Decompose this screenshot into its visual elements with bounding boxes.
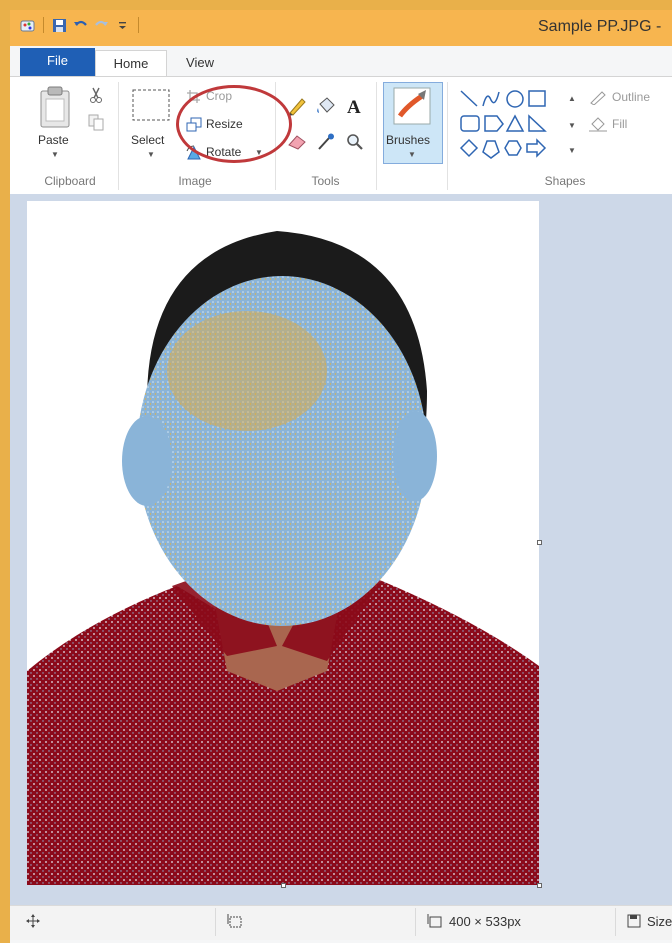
selection-size-icon	[227, 914, 242, 928]
status-separator	[615, 908, 616, 936]
resize-handle-right[interactable]	[537, 540, 542, 545]
group-separator	[376, 82, 377, 190]
copy-icon[interactable]	[88, 114, 104, 132]
color-picker-icon[interactable]	[316, 133, 336, 151]
fill-icon[interactable]	[588, 116, 608, 132]
qat-separator	[43, 17, 44, 33]
shapes-scroll-up[interactable]: ▲	[568, 94, 576, 103]
select-label[interactable]: Select	[131, 133, 164, 147]
paste-icon[interactable]	[38, 85, 72, 129]
image-size-icon	[427, 914, 442, 928]
outline-icon[interactable]	[588, 89, 608, 105]
image-group-label: Image	[178, 174, 212, 188]
group-separator	[447, 82, 448, 190]
shapes-gallery[interactable]	[459, 88, 559, 162]
shapes-more[interactable]: ▼	[568, 146, 576, 155]
qat-separator	[138, 17, 139, 33]
annotation-circle	[176, 85, 292, 163]
redo-icon[interactable]	[94, 18, 109, 33]
window-title: Sample PP.JPG -	[538, 18, 662, 35]
status-bar	[10, 905, 672, 940]
tab-home[interactable]: Home	[95, 50, 167, 77]
app-icon[interactable]	[20, 18, 35, 33]
file-size-label: Size	[647, 914, 672, 929]
move-icon	[26, 914, 40, 928]
shapes-group-label: Shapes	[544, 174, 586, 188]
eraser-icon[interactable]	[287, 133, 307, 151]
paste-dropdown[interactable]: ▼	[51, 150, 59, 159]
undo-icon[interactable]	[73, 18, 88, 33]
save-icon[interactable]	[52, 18, 67, 33]
image-size-value: 400 × 533px	[449, 914, 521, 929]
brushes-dropdown[interactable]: ▼	[408, 150, 416, 159]
tools-group-label: Tools	[311, 174, 340, 188]
status-separator	[415, 908, 416, 936]
magnifier-icon[interactable]	[345, 133, 365, 151]
shapes-scroll-down[interactable]: ▼	[568, 121, 576, 130]
clipboard-group-label: Clipboard	[44, 174, 96, 188]
file-size-icon	[627, 914, 641, 928]
quick-access-toolbar	[20, 17, 141, 33]
text-icon[interactable]: A	[345, 96, 365, 116]
outline-label[interactable]: Outline	[612, 90, 650, 104]
brushes-icon	[393, 87, 431, 125]
tab-view[interactable]: View	[168, 50, 232, 76]
svg-text:A: A	[347, 97, 361, 116]
resize-handle-corner[interactable]	[537, 883, 542, 888]
select-icon[interactable]	[131, 88, 171, 122]
fill-bucket-icon[interactable]	[316, 96, 336, 116]
status-separator	[215, 908, 216, 936]
paste-label[interactable]: Paste	[38, 133, 69, 147]
portrait-photo	[27, 231, 539, 885]
canvas-image[interactable]	[27, 201, 539, 885]
resize-handle-bottom[interactable]	[281, 883, 286, 888]
qat-dropdown-icon[interactable]	[115, 18, 130, 33]
brushes-label: Brushes	[386, 133, 431, 147]
fill-label[interactable]: Fill	[612, 117, 627, 131]
group-separator	[118, 82, 119, 190]
tab-file[interactable]: File	[20, 48, 95, 76]
cut-icon[interactable]	[88, 86, 104, 104]
select-dropdown[interactable]: ▼	[147, 150, 155, 159]
